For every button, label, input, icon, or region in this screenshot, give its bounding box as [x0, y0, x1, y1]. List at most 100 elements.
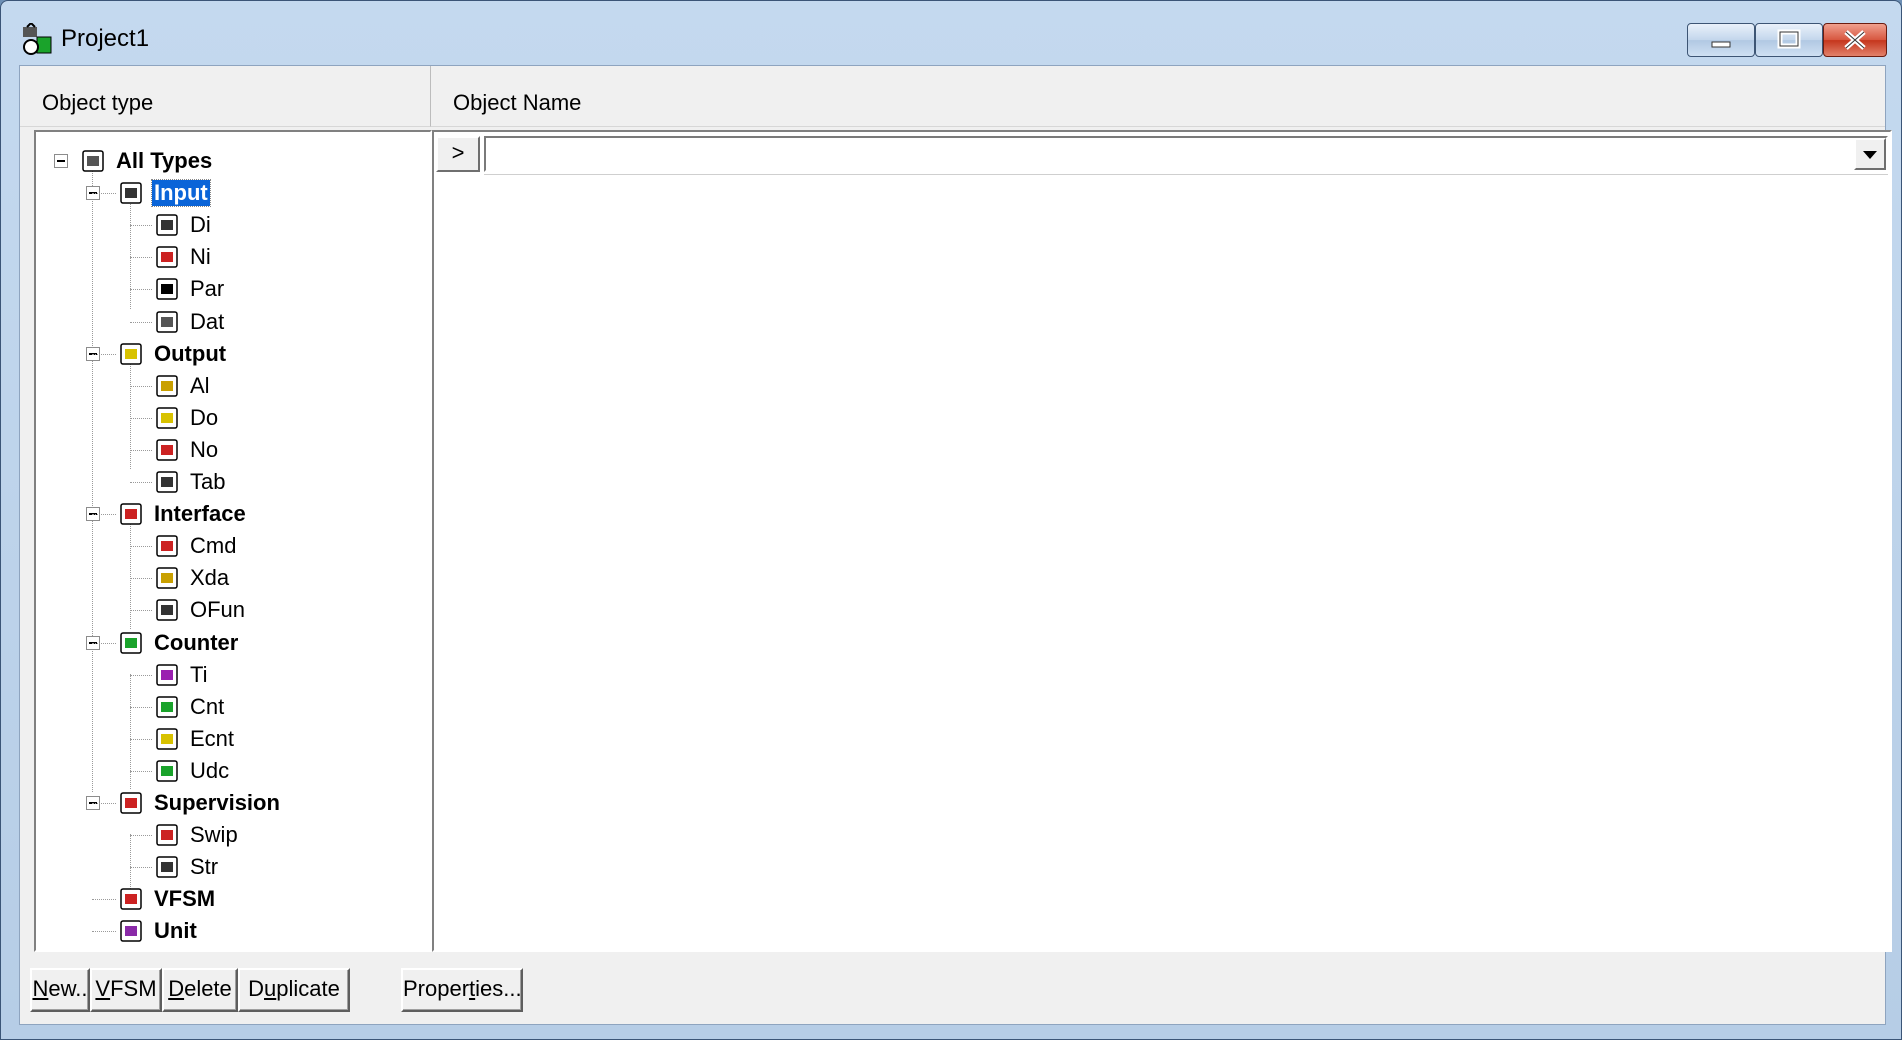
tree-connector: [92, 803, 116, 804]
lightbulb-icon: [120, 342, 142, 365]
tree-item-label: Ti: [190, 661, 208, 687]
ofun-icon: [156, 599, 178, 622]
tree-connector: [92, 642, 116, 644]
tree-item-label: Ecnt: [190, 725, 235, 751]
tree-item-label: Swip: [190, 822, 238, 848]
tree-item-label: Cnt: [190, 693, 225, 719]
delete-button[interactable]: Delete: [162, 968, 238, 1012]
tree-item-par[interactable]: Par: [152, 274, 226, 304]
tree-item-label: Al: [190, 372, 210, 398]
tree-item-label: Do: [190, 404, 219, 430]
tree-item-xda[interactable]: Xda: [152, 563, 231, 593]
properties-button[interactable]: Properties...: [401, 968, 523, 1012]
stack-icon: [82, 150, 104, 172]
object-name-header[interactable]: Object Name: [431, 66, 1885, 127]
tree-item-input[interactable]: Input: [116, 178, 211, 208]
tree-item-no[interactable]: No: [152, 435, 220, 465]
application-window: Project1 Object type Object Name All Typ…: [0, 0, 1902, 1040]
object-type-tree[interactable]: All Types Input Di Ni Par Dat Output Al Do No Tab I…: [34, 130, 432, 952]
tree-item-counter[interactable]: Counter: [116, 628, 240, 658]
tree-item-label: Unit: [154, 918, 197, 944]
tree-item-label: Tab: [190, 469, 226, 494]
object-name-combo[interactable]: [484, 136, 1888, 172]
supervision-icon: [120, 792, 142, 814]
tree-item-do[interactable]: Do: [152, 403, 220, 433]
tree-connector: [130, 482, 152, 483]
data-stack-icon: [156, 310, 178, 333]
digital-output-icon: [156, 407, 178, 429]
tree-collapse-toggle[interactable]: [54, 154, 68, 168]
tree-item-ecnt[interactable]: Ecnt: [152, 724, 236, 754]
numeric-output-icon: [156, 439, 178, 461]
restore-button[interactable]: [1755, 23, 1823, 57]
tree-connector: [130, 194, 131, 309]
tree-item-label: No: [190, 436, 219, 462]
tree-item-interface[interactable]: Interface: [116, 499, 248, 529]
new-button[interactable]: New..: [30, 968, 90, 1012]
tree-item-str[interactable]: Str: [152, 852, 220, 882]
updown-counter-icon: [156, 760, 178, 782]
tree-item-label: Interface: [154, 501, 246, 527]
object-type-header[interactable]: Object type: [20, 66, 431, 127]
tree-item-label: Output: [154, 340, 227, 366]
vfsm-graph-icon: [120, 888, 142, 911]
tree-item-tab[interactable]: Tab: [152, 467, 227, 497]
tree-item-label: Di: [190, 212, 211, 238]
tree-connector: [130, 354, 131, 469]
tree-item-swip[interactable]: Swip: [152, 820, 240, 850]
tree-connector: [130, 449, 152, 451]
numeric-input-icon: [156, 246, 178, 269]
tree-item-di[interactable]: Di: [152, 210, 213, 240]
tree-connector: [130, 385, 152, 387]
tree-connector: [92, 353, 116, 355]
tree-item-all-types[interactable]: All Types: [78, 146, 214, 176]
tree-connector: [130, 578, 152, 580]
tree-item-ni[interactable]: Ni: [152, 242, 213, 272]
tree-item-vfsm[interactable]: VFSM: [116, 884, 217, 914]
tree-item-udc[interactable]: Udc: [152, 756, 231, 786]
tree-connector: [130, 321, 152, 323]
window-title: Project1: [61, 25, 150, 52]
tree-item-cnt[interactable]: Cnt: [152, 692, 226, 722]
tree-item-cmd[interactable]: Cmd: [152, 531, 238, 561]
tree-item-output[interactable]: Output: [116, 339, 228, 369]
tree-connector: [92, 931, 116, 933]
close-button[interactable]: [1823, 23, 1887, 57]
tree-connector: [92, 899, 116, 901]
go-button[interactable]: >: [436, 136, 480, 172]
alarm-bell-icon: [156, 374, 178, 397]
tree-item-unit[interactable]: Unit: [116, 916, 199, 946]
tree-connector: [130, 835, 152, 837]
tree-connector: [92, 193, 116, 195]
title-bar[interactable]: Project1: [1, 1, 1901, 63]
interface-icon: [120, 503, 142, 525]
tree-item-label: Str: [190, 854, 219, 880]
counter-icon: [120, 631, 142, 654]
parameter-icon: [156, 278, 178, 301]
tree-connector: [130, 417, 152, 419]
tree-item-ti[interactable]: Ti: [152, 660, 210, 690]
tree-item-label: Cmd: [190, 533, 237, 559]
tree-connector: [130, 225, 152, 227]
vfsm-button[interactable]: VFSM: [90, 968, 162, 1012]
restore-icon: [1777, 29, 1801, 49]
cnt-icon: [156, 695, 178, 718]
tree-item-al[interactable]: Al: [152, 371, 212, 401]
project-app-icon: [23, 23, 52, 55]
tree-item-supervision[interactable]: Supervision: [116, 788, 282, 818]
tree-item-label: Udc: [190, 757, 230, 783]
tree-connector: [130, 257, 152, 259]
object-type-header-label: Object type: [42, 90, 154, 115]
table-icon: [156, 471, 178, 493]
command-hand-icon: [156, 535, 178, 557]
tree-item-label: Supervision: [154, 790, 280, 815]
tree-item-dat[interactable]: Dat: [152, 307, 226, 337]
duplicate-button[interactable]: Duplicate: [238, 968, 350, 1012]
minimize-button[interactable]: [1687, 23, 1755, 57]
input-switch-icon: [120, 182, 142, 204]
tree-connector: [130, 674, 152, 676]
object-list-panel[interactable]: >: [432, 130, 1892, 952]
combo-dropdown-arrow[interactable]: [1854, 138, 1886, 170]
tree-item-ofun[interactable]: OFun: [152, 595, 247, 625]
tree-connector: [130, 706, 152, 708]
